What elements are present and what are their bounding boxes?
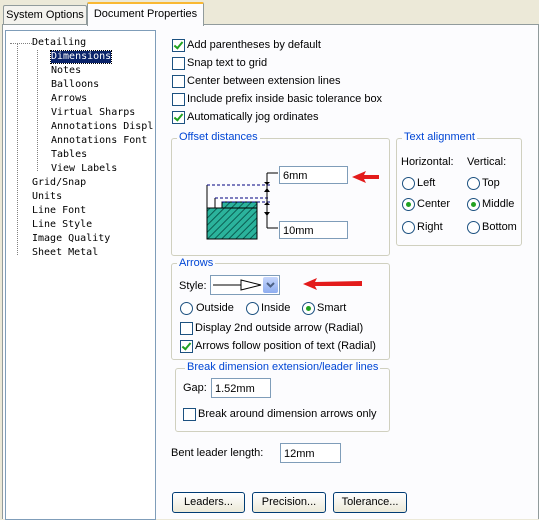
tolerance-button[interactable]: Tolerance... xyxy=(333,492,407,513)
arrows-title: Arrows xyxy=(177,257,216,269)
offset-top-input[interactable]: 6mm xyxy=(279,166,348,184)
tree-item-detailing[interactable]: Detailing xyxy=(32,37,86,49)
add-parentheses-label: Add parentheses by default xyxy=(187,39,321,51)
tree-item-units[interactable]: Units xyxy=(32,191,62,203)
display-2nd-arrow-label: Display 2nd outside arrow (Radial) xyxy=(195,322,364,334)
gap-input[interactable]: 1.52mm xyxy=(211,378,271,398)
offset-bottom-input[interactable]: 10mm xyxy=(279,221,348,239)
text-alignment-title: Text alignment xyxy=(402,131,477,143)
snap-text-label: Snap text to grid xyxy=(187,57,268,69)
horizontal-label: Horizontal: xyxy=(401,156,454,168)
valign-bottom-radio[interactable] xyxy=(467,221,480,234)
halign-center-radio[interactable] xyxy=(402,198,415,211)
valign-middle-radio[interactable] xyxy=(467,198,480,211)
break-lines-title: Break dimension extension/leader lines xyxy=(185,361,381,373)
tree-item-arrows[interactable]: Arrows xyxy=(51,93,87,105)
dropdown-button[interactable] xyxy=(263,277,278,293)
halign-left-radio[interactable] xyxy=(402,177,415,190)
halign-right-label: Right xyxy=(417,221,443,233)
gap-label: Gap: xyxy=(183,382,207,394)
bent-leader-input[interactable]: 12mm xyxy=(280,443,341,463)
halign-center-label: Center xyxy=(417,198,451,210)
tree-item-notes[interactable]: Notes xyxy=(51,65,81,77)
arrow-inside-radio[interactable] xyxy=(246,302,259,315)
arrow-style-icon xyxy=(213,279,262,291)
bent-leader-label: Bent leader length: xyxy=(171,447,264,459)
valign-top-label: Top xyxy=(482,177,500,189)
valign-middle-label: Middle xyxy=(482,198,515,210)
halign-left-label: Left xyxy=(417,177,436,189)
arrows-follow-text-checkbox[interactable] xyxy=(180,340,193,353)
arrow-outside-radio[interactable] xyxy=(180,302,193,315)
tab-label: System Options xyxy=(6,9,84,21)
snap-text-checkbox[interactable] xyxy=(172,57,185,70)
annotation-arrow-icon xyxy=(352,171,379,183)
arrows-follow-text-label: Arrows follow position of text (Radial) xyxy=(195,340,376,352)
break-around-checkbox[interactable] xyxy=(183,408,196,421)
break-around-label: Break around dimension arrows only xyxy=(198,408,377,420)
offset-diagram xyxy=(206,172,278,240)
center-between-checkbox[interactable] xyxy=(172,75,185,88)
tree-item-line-font[interactable]: Line Font xyxy=(32,205,86,217)
precision-button[interactable]: Precision... xyxy=(252,492,326,513)
vertical-label: Vertical: xyxy=(467,156,507,168)
valign-bottom-label: Bottom xyxy=(482,221,517,233)
tree-item-balloons[interactable]: Balloons xyxy=(51,79,99,91)
add-parentheses-checkbox[interactable] xyxy=(172,39,185,52)
tree-connector xyxy=(37,50,38,171)
tree-item-view-labels[interactable]: View Labels xyxy=(51,163,117,175)
arrow-style-dropdown[interactable] xyxy=(210,275,280,295)
center-between-label: Center between extension lines xyxy=(187,75,341,87)
leaders-button[interactable]: Leaders... xyxy=(172,492,245,513)
tree-item-dimensions[interactable]: Dimensions xyxy=(49,50,113,64)
style-label: Style: xyxy=(179,280,207,292)
tree-item-annotations-font[interactable]: Annotations Font xyxy=(51,135,147,147)
tab-label: Document Properties xyxy=(93,8,198,20)
offset-distances-title: Offset distances xyxy=(177,131,260,143)
include-prefix-checkbox[interactable] xyxy=(172,93,185,106)
auto-jog-label: Automatically jog ordinates xyxy=(187,111,319,123)
arrow-smart-radio[interactable] xyxy=(302,302,315,315)
options-tree[interactable]: Detailing Dimensions Notes Balloons Arro… xyxy=(5,30,156,520)
auto-jog-checkbox[interactable] xyxy=(172,111,185,124)
valign-top-radio[interactable] xyxy=(467,177,480,190)
chevron-down-icon xyxy=(266,282,275,288)
tree-item-grid-snap[interactable]: Grid/Snap xyxy=(32,177,86,189)
tree-item-sheet-metal[interactable]: Sheet Metal xyxy=(32,247,98,259)
arrow-inside-label: Inside xyxy=(261,302,291,314)
display-2nd-arrow-checkbox[interactable] xyxy=(180,322,193,335)
arrow-smart-label: Smart xyxy=(317,302,347,314)
annotation-arrow-icon xyxy=(303,278,362,290)
tree-item-virtual-sharps[interactable]: Virtual Sharps xyxy=(51,107,135,119)
tree-connector xyxy=(10,43,32,44)
tab-system-options[interactable]: System Options xyxy=(3,5,87,24)
tree-item-line-style[interactable]: Line Style xyxy=(32,219,92,231)
tree-item-tables[interactable]: Tables xyxy=(51,149,87,161)
tab-document-properties[interactable]: Document Properties xyxy=(87,2,204,26)
halign-right-radio[interactable] xyxy=(402,221,415,234)
arrow-outside-label: Outside xyxy=(196,302,234,314)
tree-item-annotations-display[interactable]: Annotations Displ xyxy=(51,121,153,133)
tree-item-image-quality[interactable]: Image Quality xyxy=(32,233,110,245)
tree-connector xyxy=(17,44,18,255)
include-prefix-label: Include prefix inside basic tolerance bo… xyxy=(187,93,383,105)
break-lines-group xyxy=(175,368,390,432)
